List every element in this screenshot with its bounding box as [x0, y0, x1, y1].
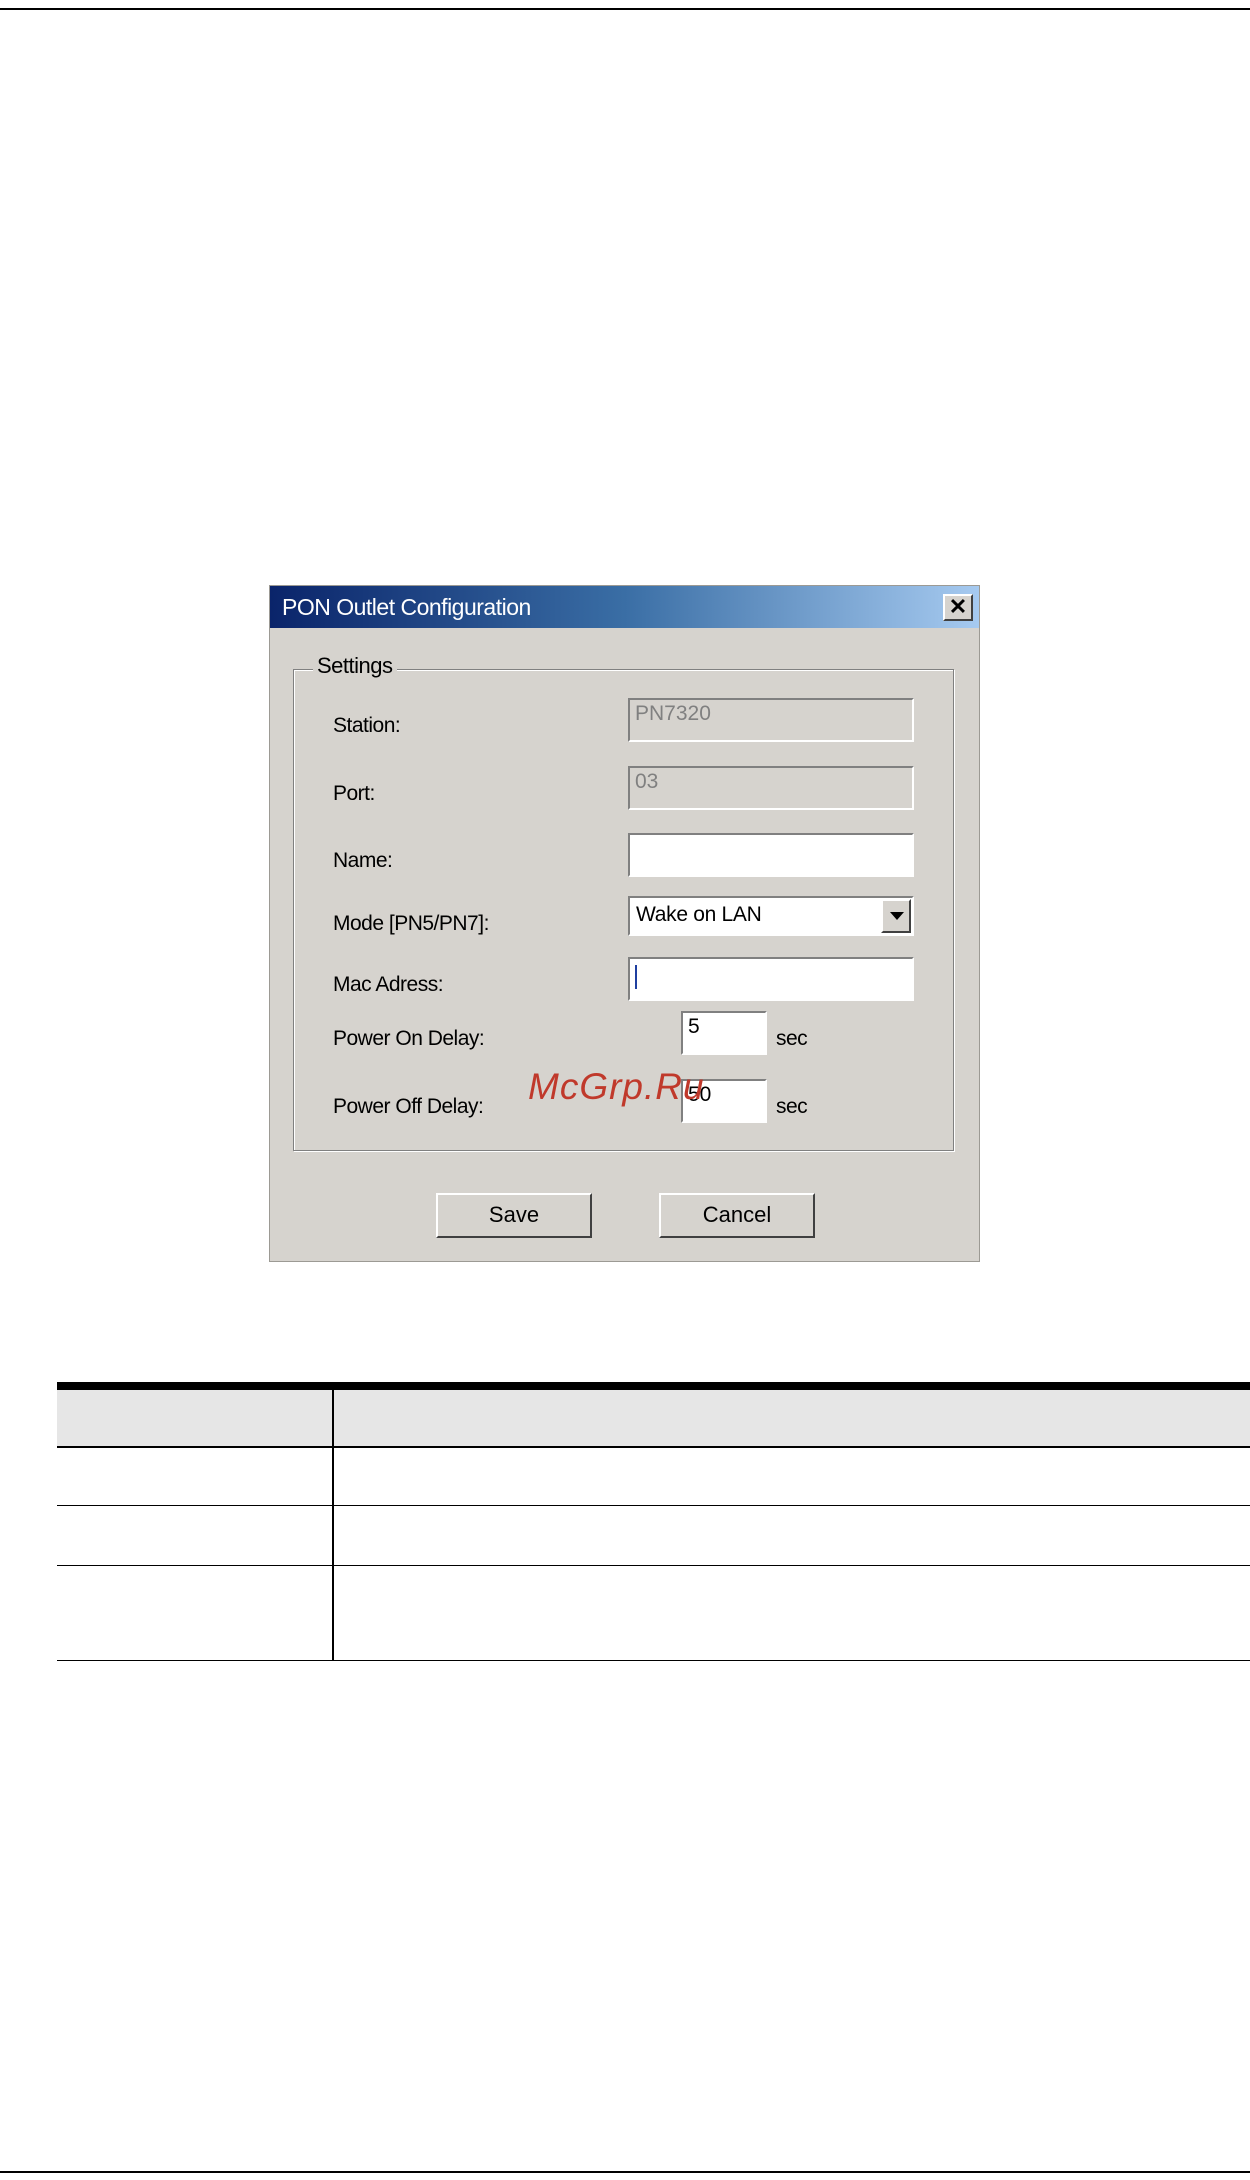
table-bottom-rule — [57, 1660, 1250, 1661]
port-field: 03 — [628, 766, 914, 810]
settings-group-label: Settings — [313, 653, 397, 679]
name-field[interactable] — [628, 833, 914, 877]
power-on-delay-label: Power On Delay: — [333, 1027, 485, 1050]
table-row-divider — [57, 1565, 1250, 1566]
port-label: Port: — [333, 782, 375, 805]
page-bottom-rule — [0, 2171, 1250, 2173]
power-on-delay-value: 5 — [688, 1015, 700, 1038]
dialog-title: PON Outlet Configuration — [282, 594, 531, 620]
table-header-row — [57, 1390, 1250, 1446]
chevron-down-icon[interactable] — [881, 899, 911, 933]
cancel-button[interactable]: Cancel — [659, 1193, 815, 1238]
pon-outlet-configuration-dialog: PON Outlet Configuration ✕ Settings Stat… — [269, 585, 980, 1262]
table-row-divider — [57, 1505, 1250, 1506]
power-off-delay-unit: sec — [776, 1095, 808, 1118]
watermark: McGrp.Ru — [528, 1066, 705, 1107]
mode-selected-value: Wake on LAN — [636, 903, 762, 926]
table-top-rule — [57, 1382, 1250, 1390]
station-label: Station: — [333, 714, 401, 737]
table-header-rule — [57, 1446, 1250, 1448]
save-button[interactable]: Save — [436, 1193, 592, 1238]
mac-address-field[interactable] — [628, 957, 914, 1001]
text-caret — [635, 965, 637, 989]
page-top-rule — [0, 8, 1250, 10]
name-label: Name: — [333, 849, 393, 872]
power-on-delay-unit: sec — [776, 1027, 808, 1050]
station-value: PN7320 — [635, 702, 711, 725]
power-on-delay-field[interactable]: 5 — [681, 1011, 767, 1055]
station-field: PN7320 — [628, 698, 914, 742]
mode-label: Mode [PN5/PN7]: — [333, 912, 489, 935]
close-icon[interactable]: ✕ — [943, 594, 973, 621]
port-value: 03 — [635, 770, 659, 793]
power-off-delay-label: Power Off Delay: — [333, 1095, 484, 1118]
mode-select[interactable]: Wake on LAN — [628, 896, 914, 936]
dialog-titlebar: PON Outlet Configuration ✕ — [270, 586, 979, 628]
table-column-divider — [332, 1390, 334, 1661]
mac-address-label: Mac Adress: — [333, 973, 444, 996]
